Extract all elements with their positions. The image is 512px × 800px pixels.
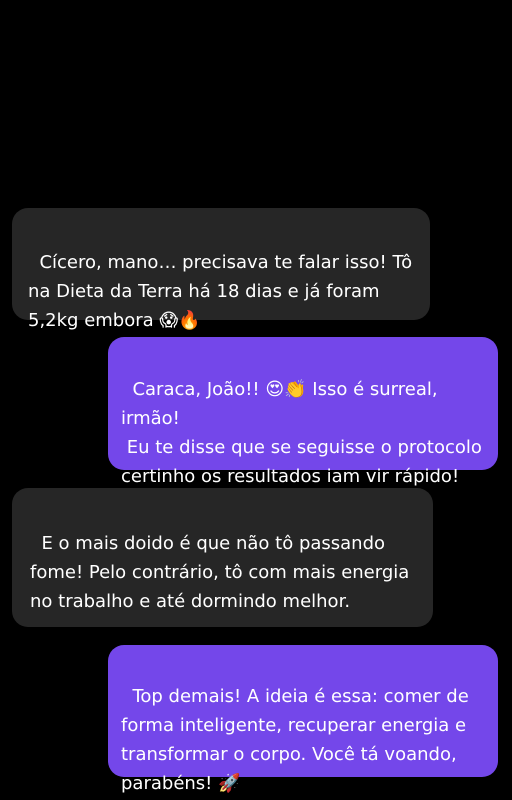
message-text: Top demais! A ideia é essa: comer de for… xyxy=(121,686,475,794)
message-text: Caraca, João!! 😍👏 Isso é surreal, irmão!… xyxy=(121,379,482,487)
message-bubble-sent: Caraca, João!! 😍👏 Isso é surreal, irmão!… xyxy=(108,337,498,487)
message-text: E o mais doido é que não tô passando fom… xyxy=(30,533,416,612)
message-bubble-received: Cícero, mano… precisava te falar isso! T… xyxy=(12,208,430,331)
chat-screen: { "colors": { "background": "#000000", "… xyxy=(0,0,512,800)
message-text: Cícero, mano… precisava te falar isso! T… xyxy=(28,252,418,331)
message-bubble-received: E o mais doido é que não tô passando fom… xyxy=(12,488,433,627)
message-bubble-sent: Top demais! A ideia é essa: comer de for… xyxy=(108,645,498,794)
